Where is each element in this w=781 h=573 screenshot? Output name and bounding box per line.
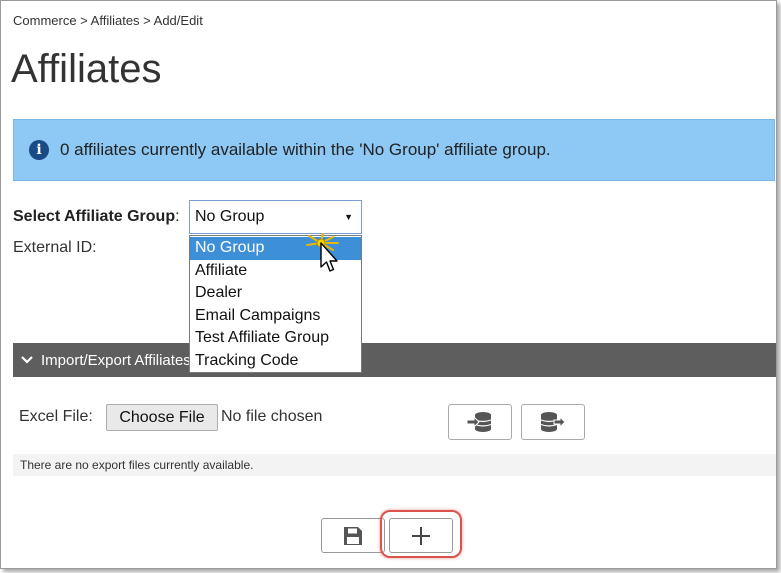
dropdown-option-test-affiliate-group[interactable]: Test Affiliate Group: [190, 327, 361, 350]
info-circle-icon: i: [29, 140, 49, 160]
mouse-cursor-icon: [306, 233, 339, 272]
choose-file-button[interactable]: Choose File: [106, 404, 218, 431]
dropdown-arrow-icon: ▼: [344, 212, 353, 222]
database-import-icon: [466, 412, 492, 432]
dropdown-option-tracking-code[interactable]: Tracking Code: [190, 350, 361, 373]
dropdown-option-email-campaigns[interactable]: Email Campaigns: [190, 305, 361, 328]
affiliate-group-label: Select Affiliate Group:: [13, 208, 180, 226]
export-files-note: There are no export files currently avai…: [13, 454, 776, 476]
excel-file-label: Excel File:: [19, 408, 93, 425]
info-banner-text: 0 affiliates currently available within …: [60, 140, 551, 159]
affiliate-group-label-colon: :: [175, 208, 180, 225]
breadcrumb[interactable]: Commerce > Affiliates > Add/Edit: [13, 13, 203, 28]
affiliate-group-selected-value: No Group: [195, 208, 265, 225]
dropdown-option-dealer[interactable]: Dealer: [190, 282, 361, 305]
import-export-section-header[interactable]: Import/Export Affiliates: [13, 343, 776, 377]
window-frame: Commerce > Affiliates > Add/Edit Affilia…: [0, 0, 777, 569]
affiliate-group-select[interactable]: No Group ▼: [189, 200, 362, 234]
export-button[interactable]: [521, 404, 585, 440]
page-title: Affiliates: [11, 47, 162, 91]
floppy-disk-icon: [344, 526, 362, 545]
import-export-section-title: Import/Export Affiliates: [41, 351, 191, 369]
chevron-down-icon: [21, 355, 33, 365]
plus-icon: [412, 526, 430, 545]
no-file-chosen-text: No file chosen: [221, 408, 323, 425]
database-export-icon: [540, 412, 566, 432]
external-id-label: External ID:: [13, 239, 97, 256]
save-button[interactable]: [321, 518, 385, 553]
add-button[interactable]: [389, 518, 453, 553]
affiliate-group-label-text: Select Affiliate Group: [13, 208, 176, 225]
import-button[interactable]: [448, 404, 512, 440]
info-banner: i 0 affiliates currently available withi…: [13, 119, 775, 181]
